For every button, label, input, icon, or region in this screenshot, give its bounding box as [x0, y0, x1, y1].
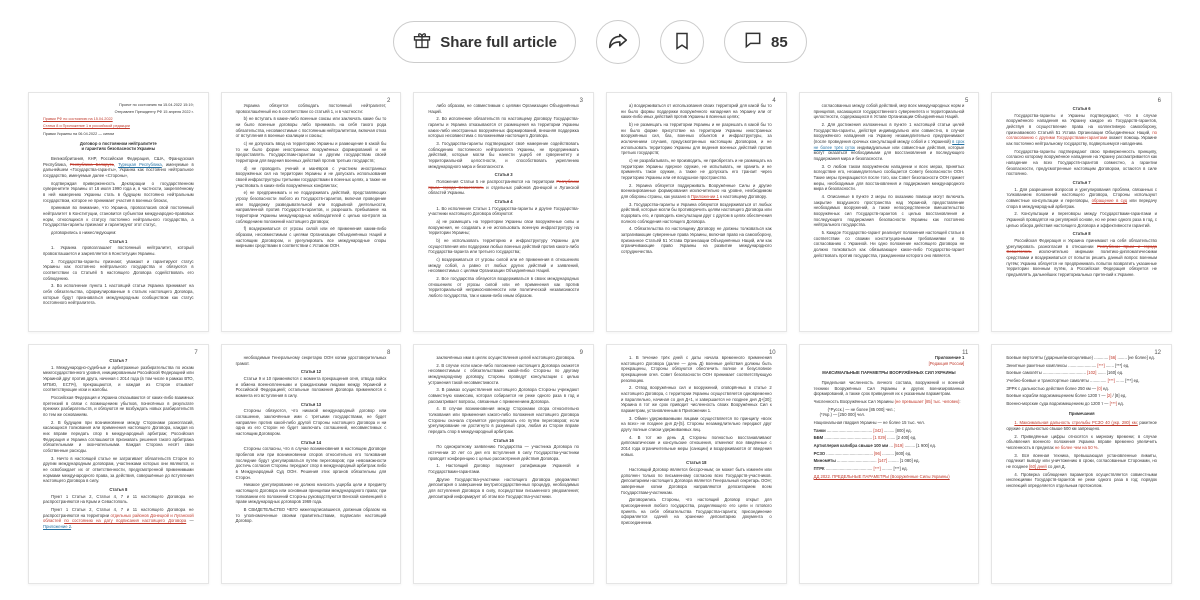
page-thumbnail-11[interactable]: 11 Приложение 1[Редакция России] МАКСИМА…: [799, 344, 980, 584]
comments-count: 85: [771, 34, 788, 51]
comments-button[interactable]: 85: [724, 21, 807, 63]
page-thumbnail-12[interactable]: 12 Боевые вертолёты (ударные/многоцелевы…: [991, 344, 1172, 584]
page-thumbnail-9[interactable]: 9 заключённых ими в целях осуществления …: [413, 344, 594, 584]
page-thumbnail-1[interactable]: Проект по состоянию на 15.04.2022 15:19;…: [28, 92, 209, 332]
page-thumbnail-5[interactable]: 5 согласованных между собой действий, ме…: [799, 92, 980, 332]
page-thumbnail-6[interactable]: 6 Статья 6 Государства-гаранты и Украины…: [991, 92, 1172, 332]
share-arrow-button[interactable]: [596, 20, 640, 64]
bookmark-button[interactable]: [660, 20, 704, 64]
page-thumbnail-8[interactable]: 8 необходимые Генеральному секретарю ООН…: [221, 344, 402, 584]
page-thumbnail-3[interactable]: 3 либо образом, не совместимым с целями …: [413, 92, 594, 332]
page-thumbnail-4[interactable]: 4 a) воздерживаться от использования сво…: [606, 92, 787, 332]
page-thumbnail-2[interactable]: 2 Украина обязуется соблюдать постоянный…: [221, 92, 402, 332]
bookmark-icon: [672, 31, 692, 54]
comment-icon: [743, 30, 763, 54]
share-arrow-icon: [607, 30, 629, 55]
gift-icon: [412, 30, 432, 54]
page-thumbnail-7[interactable]: 7 Статья 7 1. Международно-судебные и ар…: [28, 344, 209, 584]
document-pages-grid: Проект по состоянию на 15.04.2022 15:19;…: [0, 92, 1200, 584]
page-thumbnail-10[interactable]: 10 1. В течение трёх дней с даты начала …: [606, 344, 787, 584]
share-button-label: Share full article: [440, 34, 557, 51]
share-full-article-button[interactable]: Share full article: [393, 21, 576, 63]
